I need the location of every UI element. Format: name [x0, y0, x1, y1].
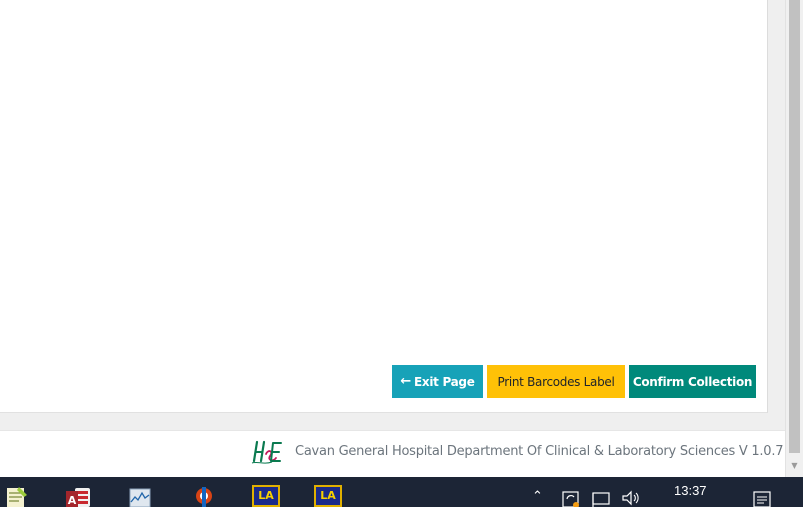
network-icon[interactable] — [590, 489, 612, 507]
print-barcodes-label: Print Barcodes Label — [497, 374, 615, 389]
la-app-icon[interactable]: LA — [252, 485, 280, 507]
print-barcodes-button[interactable]: Print Barcodes Label — [487, 365, 625, 398]
exit-page-button[interactable]: ← Exit Page — [392, 365, 483, 398]
scroll-down-icon[interactable]: ▼ — [789, 460, 800, 472]
vertical-scrollbar[interactable]: ▼ — [785, 0, 803, 477]
sync-icon[interactable] — [561, 489, 581, 507]
footer-text: Cavan General Hospital Department Of Cli… — [295, 444, 784, 459]
svg-text:A: A — [68, 494, 77, 507]
hse-logo-icon — [251, 440, 282, 464]
page-area: ← Exit Page Print Barcodes Label Confirm… — [0, 0, 785, 477]
footer: Cavan General Hospital Department Of Cli… — [0, 430, 785, 477]
scroll-thumb[interactable] — [789, 0, 800, 453]
clock[interactable]: 13:37 — [674, 483, 707, 498]
microsoft-access-icon[interactable]: A — [66, 485, 90, 507]
volume-icon[interactable] — [620, 489, 642, 507]
app-tool-icon[interactable] — [192, 485, 216, 507]
taskbar: A LA LA ⌃ 13:37 — [0, 477, 803, 507]
arrow-left-icon: ← — [400, 374, 411, 389]
chevron-up-icon[interactable]: ⌃ — [532, 489, 543, 507]
notifications-icon[interactable] — [752, 489, 774, 507]
la-app-icon[interactable]: LA — [314, 485, 342, 507]
content-card: ← Exit Page Print Barcodes Label Confirm… — [0, 0, 768, 413]
confirm-collection-label: Confirm Collection — [632, 374, 753, 389]
performance-monitor-icon[interactable] — [128, 485, 152, 507]
confirm-collection-button[interactable]: Confirm Collection — [629, 365, 756, 398]
notepad-plus-plus-icon[interactable] — [5, 485, 29, 507]
exit-page-label: Exit Page — [414, 374, 475, 389]
